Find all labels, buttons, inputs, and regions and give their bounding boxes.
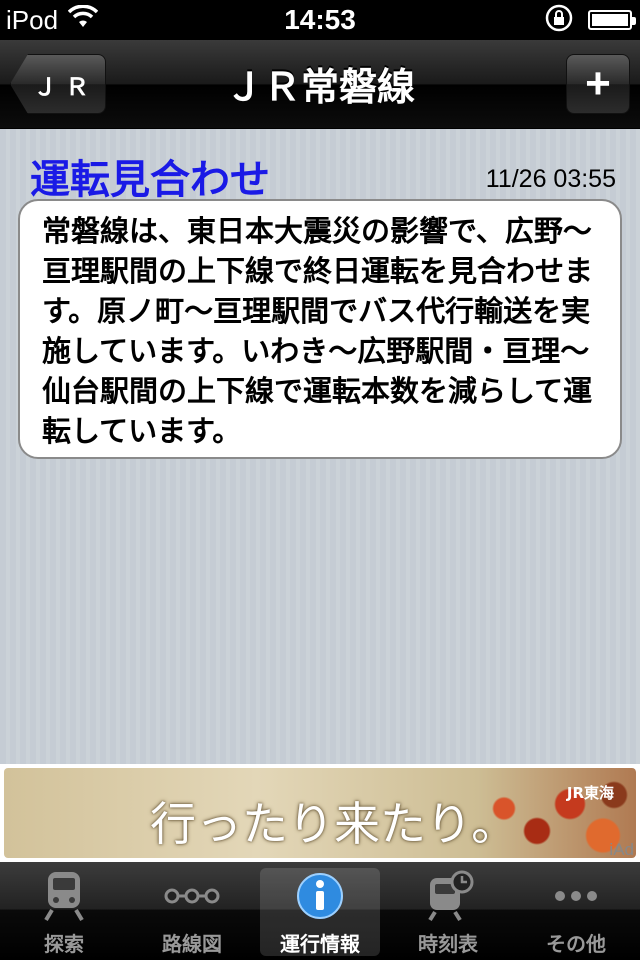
tab-label-timetable: 時刻表 — [418, 932, 478, 956]
status-message: 常磐線は、東日本大震災の影響で、広野〜亘理駅間の上下線で終日運転を見合わせます。… — [18, 199, 622, 459]
tab-label-other: その他 — [546, 932, 606, 956]
ad-banner[interactable]: 行ったり来たり。 JR東海 iAd — [0, 764, 640, 862]
tab-label-route-map: 路線図 — [162, 932, 222, 956]
content-area: 運転見合わせ 11/26 03:55 常磐線は、東日本大震災の影響で、広野〜亘理… — [0, 129, 640, 764]
tab-bar: 探索 路線図 運行情報 時刻表 その他 — [0, 862, 640, 960]
ad-image[interactable]: 行ったり来たり。 JR東海 — [4, 768, 636, 858]
tab-search[interactable]: 探索 — [0, 862, 128, 960]
page-title: ＪＲ常磐線 — [224, 65, 415, 109]
battery-icon — [588, 10, 636, 30]
more-icon — [555, 891, 597, 901]
status-right — [544, 3, 636, 37]
timetable-icon — [428, 870, 474, 922]
rotation-lock-icon — [544, 3, 574, 37]
route-map-icon — [164, 888, 220, 904]
train-icon — [44, 872, 84, 922]
operation-status-heading: 運転見合わせ — [30, 157, 270, 203]
iad-label: iAd — [609, 840, 634, 859]
info-icon — [297, 873, 343, 919]
tab-other[interactable]: その他 — [512, 862, 640, 960]
tab-label-search: 探索 — [44, 932, 84, 956]
tab-operation-info[interactable]: 運行情報 — [256, 862, 384, 960]
update-timestamp: 11/26 03:55 — [485, 165, 616, 193]
ad-headline: 行ったり来たり。 — [150, 797, 518, 851]
tab-timetable[interactable]: 時刻表 — [384, 862, 512, 960]
add-button[interactable]: + — [566, 54, 630, 114]
status-bar: iPod 14:53 — [0, 0, 640, 40]
ad-brand-logo: JR東海 — [566, 784, 614, 802]
navigation-bar: ＪＲ ＪＲ常磐線 + — [0, 40, 640, 129]
tab-route-map[interactable]: 路線図 — [128, 862, 256, 960]
back-button[interactable]: ＪＲ — [10, 54, 106, 114]
tab-label-operation-info: 運行情報 — [280, 932, 360, 956]
